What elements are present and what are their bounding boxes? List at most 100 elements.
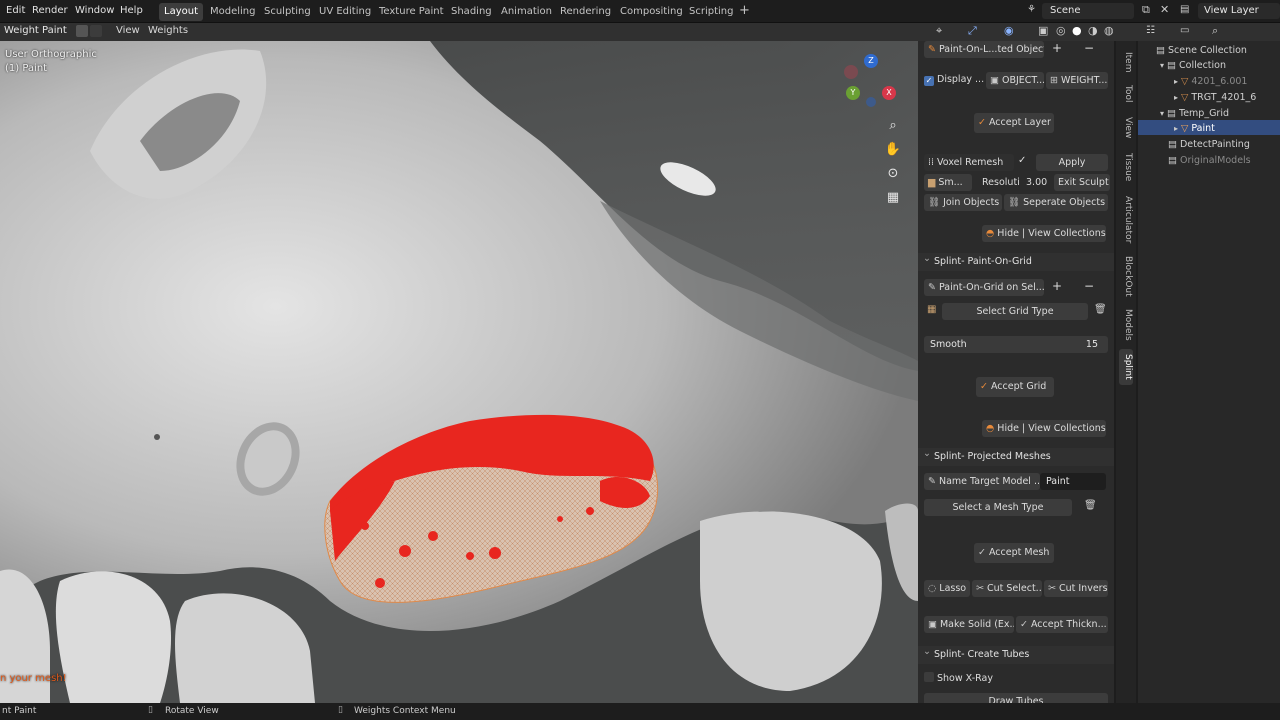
separate-objects-button[interactable]: ⛓ Seperate Objects (1004, 194, 1108, 211)
show-xray-checkbox[interactable]: Show X-Ray (924, 672, 993, 684)
section-projected-meshes[interactable]: Splint- Projected Meshes (918, 445, 1114, 466)
scene-field[interactable]: Scene (1042, 3, 1134, 19)
overlay-icon[interactable]: ◉ (1004, 24, 1014, 37)
pan-icon[interactable]: ✋ (883, 140, 903, 160)
tab-modeling[interactable]: Modeling (205, 3, 261, 21)
zoom-icon[interactable]: ⌕ (883, 116, 903, 136)
solid-shading-icon[interactable]: ● (1072, 24, 1082, 37)
detect-painting-collection[interactable]: ▤ DetectPainting (1168, 139, 1250, 150)
collection-item[interactable]: ▾ ▤ Collection (1160, 60, 1226, 71)
accept-grid-button[interactable]: ✓ Accept Grid (976, 377, 1054, 397)
delete-scene-icon[interactable]: ✕ (1160, 3, 1169, 16)
grid-icon: ▦ (927, 304, 937, 315)
outliner-editor-icon[interactable]: ☷ (1146, 25, 1155, 36)
section-paint-on-grid[interactable]: Splint- Paint-On-Grid (918, 250, 1114, 271)
voxel-remesh-button[interactable]: ⁞⁞ Voxel Remesh (924, 154, 1014, 171)
mode-selector[interactable]: Weight Paint (4, 25, 67, 36)
exit-sculpt-button[interactable]: Exit Sculpt (1054, 174, 1110, 191)
cut-select-button[interactable]: ✂ Cut Select... (972, 580, 1042, 597)
ortho-grid-icon[interactable]: ▦ (883, 188, 903, 208)
toggle-mask-icon[interactable] (76, 25, 88, 37)
outliner-display-icon[interactable]: ▭ (1180, 25, 1189, 36)
remove-icon[interactable]: − (1084, 41, 1094, 55)
weights-menu[interactable]: Weights (148, 25, 188, 36)
weight-button[interactable]: ⊞ WEIGHT... (1046, 72, 1108, 89)
section-create-tubes[interactable]: Splint- Create Tubes (918, 643, 1114, 664)
tab-texture-paint[interactable]: Texture Paint (374, 3, 449, 21)
accept-thickness-button[interactable]: ✓ Accept Thickn... (1016, 616, 1108, 633)
gizmo-z-axis[interactable]: Z (864, 54, 878, 68)
menu-edit[interactable]: Edit (6, 5, 25, 16)
temp-grid-collection[interactable]: ▾ ▤ Temp_Grid (1160, 108, 1229, 119)
cut-inverse-button[interactable]: ✂ Cut Inverse (1044, 580, 1108, 597)
object-item-4201[interactable]: ▸ ▽ 4201_6.001 (1174, 76, 1247, 87)
view-menu[interactable]: View (116, 25, 140, 36)
tab-blockout[interactable]: BlockOut (1119, 253, 1133, 299)
add-workspace-icon[interactable]: + (734, 2, 755, 20)
material-shading-icon[interactable]: ◑ (1088, 24, 1098, 37)
gizmo-x-axis[interactable]: X (882, 86, 896, 100)
tab-tissue[interactable]: Tissue (1119, 149, 1133, 185)
tab-splint[interactable]: Splint (1119, 349, 1133, 385)
gizmo-neg-z[interactable] (866, 97, 876, 107)
scene-collection-item[interactable]: ▤ Scene Collection (1156, 45, 1247, 56)
accept-layer-button[interactable]: ✓ Accept Layer (974, 113, 1054, 133)
tab-scripting[interactable]: Scripting (684, 3, 738, 21)
target-model-input[interactable]: Paint (1040, 473, 1106, 490)
apply-button[interactable]: Apply (1036, 154, 1108, 171)
tab-tool[interactable]: Tool (1119, 81, 1133, 107)
object-item-paint[interactable]: ▸ ▽ Paint (1174, 123, 1215, 134)
add-icon[interactable]: + (1052, 41, 1062, 55)
tab-item[interactable]: Item (1119, 49, 1133, 75)
make-solid-button[interactable]: ▣ Make Solid (Ex... (924, 616, 1014, 633)
tab-compositing[interactable]: Compositing (615, 3, 688, 21)
3d-viewport[interactable]: User Orthographic (1) Paint n your mesh!… (0, 41, 918, 703)
tab-uv-editing[interactable]: UV Editing (314, 3, 376, 21)
hide-view-collections-button-1[interactable]: ◓ Hide | View Collections (982, 225, 1106, 242)
toggle-vertex-icon[interactable] (90, 25, 102, 37)
menu-help[interactable]: Help (120, 5, 143, 16)
join-objects-button[interactable]: ⛓ Join Objects (924, 194, 1002, 211)
rendered-shading-icon[interactable]: ◍ (1104, 24, 1114, 37)
tab-models[interactable]: Models (1119, 307, 1133, 343)
tab-animation[interactable]: Animation (496, 3, 557, 21)
smooth-slider[interactable]: Smooth 15 (924, 336, 1108, 353)
gizmo-y-axis[interactable]: Y (846, 86, 860, 100)
resolution-value[interactable]: 3.00 (1026, 177, 1047, 188)
tab-view[interactable]: View (1119, 115, 1133, 141)
trash-icon[interactable]: 🗑 (1094, 304, 1107, 315)
paint-on-layer-button[interactable]: ✎ Paint-On-L...ted Object (924, 41, 1044, 58)
lasso-button[interactable]: ◌ Lasso (924, 580, 970, 597)
paint-on-grid-button[interactable]: ✎ Paint-On-Grid on Sel... (924, 279, 1044, 296)
hide-view-collections-button-2[interactable]: ◓ Hide | View Collections (982, 420, 1106, 437)
wireframe-shading-icon[interactable]: ◎ (1056, 24, 1066, 37)
select-mesh-type-dropdown[interactable]: Select a Mesh Type (924, 499, 1072, 516)
trash-mesh-icon[interactable]: 🗑 (1084, 500, 1097, 511)
object-button[interactable]: ▣ OBJECT... (986, 72, 1044, 89)
new-scene-icon[interactable]: ⧉ (1142, 3, 1150, 17)
tab-shading[interactable]: Shading (446, 3, 497, 21)
search-icon[interactable]: ⌕ (1212, 24, 1218, 38)
remove-grid-icon[interactable]: − (1084, 279, 1094, 293)
mouse-middle-icon: ▯ (148, 705, 153, 715)
camera-icon[interactable]: ⊙ (883, 164, 903, 184)
menu-render[interactable]: Render (32, 5, 68, 16)
view-layer-field[interactable]: View Layer (1198, 3, 1280, 19)
add-grid-icon[interactable]: + (1052, 279, 1062, 293)
selectability-icon[interactable]: ⌖ (936, 24, 942, 38)
menu-window[interactable]: Window (75, 5, 114, 16)
tab-layout[interactable]: Layout (159, 3, 203, 21)
accept-mesh-button[interactable]: ✓ Accept Mesh (974, 543, 1054, 563)
xray-icon[interactable]: ▣ (1038, 24, 1048, 37)
tab-sculpting[interactable]: Sculpting (259, 3, 316, 21)
display-checkbox[interactable]: ✓ Display ... (924, 74, 984, 86)
select-grid-type-dropdown[interactable]: Select Grid Type (942, 303, 1088, 320)
tab-rendering[interactable]: Rendering (555, 3, 616, 21)
smooth-button[interactable]: ▆ Sm... (924, 174, 972, 191)
object-item-trgt[interactable]: ▸ ▽ TRGT_4201_6 (1174, 92, 1256, 103)
gizmo-neg-x[interactable] (844, 65, 858, 79)
tab-articulator[interactable]: Articulator (1119, 193, 1133, 247)
original-models-collection[interactable]: ▤ OriginalModels (1168, 155, 1251, 166)
gizmo-icon[interactable]: ⤢ (968, 24, 977, 38)
draw-tubes-button[interactable]: Draw Tubes (924, 693, 1108, 703)
